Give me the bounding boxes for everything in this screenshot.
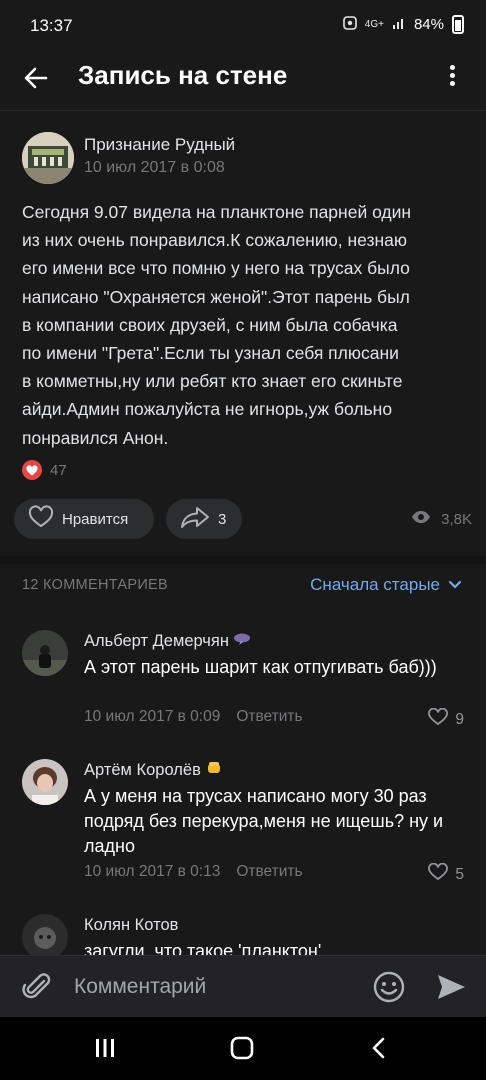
paperclip-icon[interactable] (20, 970, 54, 1004)
comment-input[interactable] (74, 972, 354, 1002)
comment-composer (0, 955, 486, 1017)
home-icon[interactable] (230, 1036, 254, 1060)
heart-outline-icon (427, 707, 449, 731)
recent-apps-icon[interactable] (94, 1037, 116, 1059)
heart-outline-icon (427, 862, 449, 886)
section-divider (0, 556, 486, 564)
system-navigation-bar (0, 1017, 486, 1080)
heart-icon (28, 505, 54, 533)
comments-sort-dropdown[interactable]: Сначала старые (310, 575, 462, 595)
reactions-summary[interactable]: 47 (22, 460, 67, 480)
chevron-down-icon (448, 575, 462, 595)
comment-meta: 10 июл 2017 в 0:13 Ответить (84, 863, 303, 881)
top-bar: Запись на стене (0, 52, 486, 102)
reaction-count: 47 (50, 461, 67, 479)
comment-item: Артём Королёв А у меня на трусах написан… (0, 759, 486, 889)
share-icon (180, 505, 210, 533)
system-back-icon[interactable] (368, 1036, 390, 1060)
comment-text: А у меня на трусах написано могу 30 раз … (84, 786, 444, 856)
reply-button[interactable]: Ответить (236, 863, 302, 881)
storm-emoji-icon (233, 632, 251, 651)
sync-icon (342, 16, 357, 33)
author-avatar[interactable] (22, 132, 74, 184)
fist-emoji-icon (205, 761, 223, 780)
comment-like-count: 9 (455, 710, 464, 728)
comment-text: А этот парень шарит как отпугивать баб))… (84, 657, 437, 677)
post-text: Сегодня 9.07 видела на планктоне парней … (22, 202, 412, 448)
status-bar: 13:37 4G+ 84% (0, 0, 486, 52)
battery-percent: 84% (413, 16, 444, 33)
comment-like-button[interactable]: 9 (427, 707, 464, 731)
sort-label: Сначала старые (310, 575, 440, 594)
post-author-name[interactable]: Признание Рудный (84, 135, 235, 155)
comment-author[interactable]: Колян Котов (84, 916, 178, 935)
comment-like-count: 5 (455, 865, 464, 883)
like-label: Нравится (62, 510, 129, 528)
comment-author[interactable]: Альберт Демерчян (84, 632, 251, 651)
comment-date: 10 июл 2017 в 0:09 (84, 708, 221, 725)
back-arrow-icon[interactable] (18, 60, 54, 96)
status-time: 13:37 (30, 16, 73, 35)
views-count: 3,8K (441, 510, 472, 528)
network-type-icon: 4G+ (364, 19, 384, 30)
comment-avatar[interactable] (22, 759, 68, 805)
comment-meta: 10 июл 2017 в 0:09 Ответить (84, 708, 303, 726)
header-divider (0, 110, 486, 111)
signal-icon (392, 16, 406, 33)
more-options-icon[interactable] (438, 62, 466, 92)
emoji-smile-icon[interactable] (372, 970, 406, 1004)
comment-avatar[interactable] (22, 630, 68, 676)
comment-item: Альберт Демерчян А этот парень шарит как… (0, 630, 486, 730)
status-icons: 4G+ 84% (342, 15, 464, 34)
post-date: 10 июл 2017 в 0:08 (84, 159, 225, 176)
reply-button[interactable]: Ответить (236, 708, 302, 726)
share-count: 3 (218, 510, 227, 528)
comment-avatar[interactable] (22, 914, 68, 955)
heart-reaction-icon (22, 460, 42, 480)
eye-icon (411, 510, 431, 528)
like-button[interactable]: Нравится (14, 499, 154, 539)
comment-text: загугли, что такое 'планктон' (84, 941, 322, 955)
battery-icon (452, 15, 464, 34)
comment-item: Колян Котов загугли, что такое 'планктон… (0, 914, 486, 955)
comments-count: 12 КОММЕНТАРИЕВ (22, 577, 169, 593)
comment-author[interactable]: Артём Королёв (84, 761, 223, 780)
comment-like-button[interactable]: 5 (427, 862, 464, 886)
share-button[interactable]: 3 (166, 499, 242, 539)
comment-date: 10 июл 2017 в 0:13 (84, 863, 221, 880)
views-counter: 3,8K (411, 510, 472, 528)
send-icon[interactable] (434, 970, 468, 1004)
page-title: Запись на стене (78, 60, 288, 90)
